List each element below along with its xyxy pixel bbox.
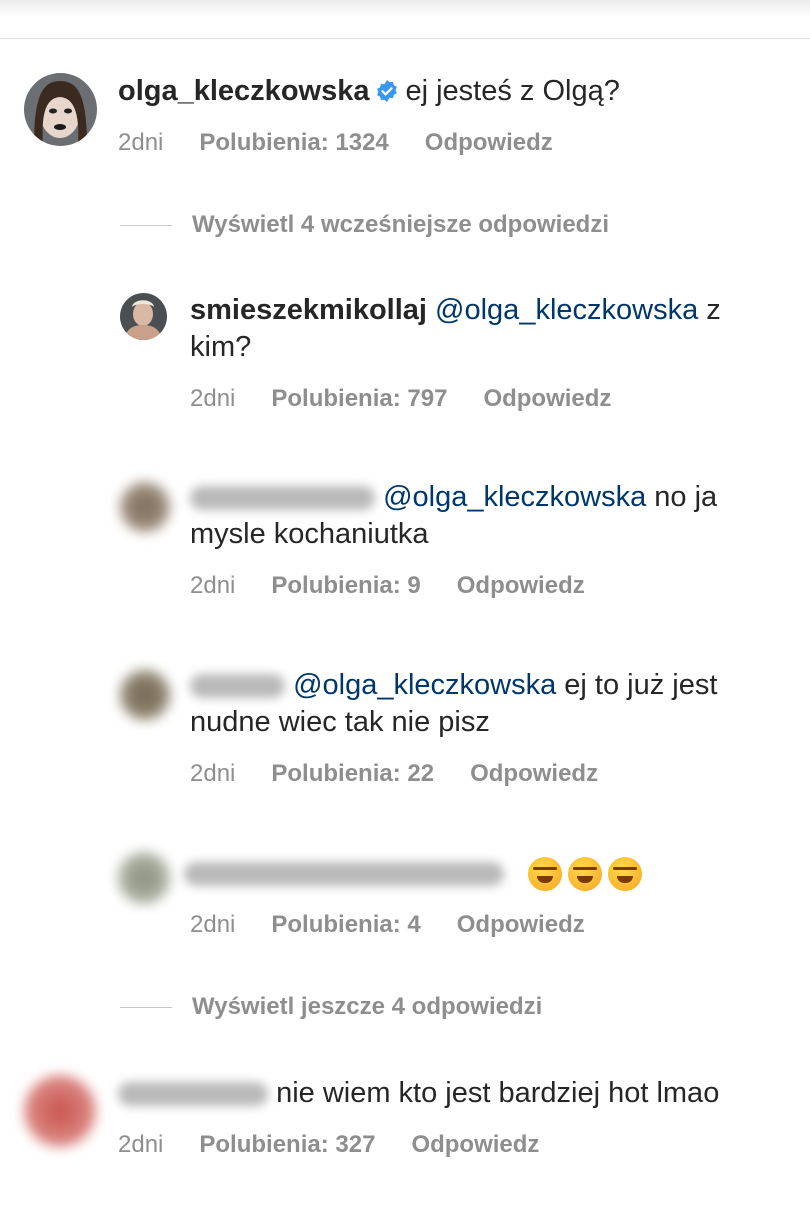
reply-username[interactable]: smieszekmikollaj xyxy=(190,294,427,326)
reply-meta: 2dni Polubienia: 797 Odpowiedz xyxy=(190,385,647,413)
reply-text: @olga_kleczkowska no ja xyxy=(190,480,800,514)
reply-username-blurred[interactable] xyxy=(184,862,504,887)
view-previous-replies-button[interactable]: Wyświetl 4 wcześniejsze odpowiedzi xyxy=(120,211,609,239)
reply-time: 2dni xyxy=(190,385,236,412)
comment-text: nie wiem kto jest bardziej hot lmao xyxy=(118,1076,808,1110)
reply-time: 2dni xyxy=(190,572,236,599)
reply-button[interactable]: Odpowiedz xyxy=(411,1131,539,1158)
avatar-blurred[interactable] xyxy=(118,852,170,904)
reply-button[interactable]: Odpowiedz xyxy=(425,129,553,156)
reply-text: smieszekmikollaj @olga_kleczkowska z xyxy=(190,293,800,327)
reply-mention[interactable]: @olga_kleczkowska xyxy=(383,481,646,513)
view-more-replies-button[interactable]: Wyświetl jeszcze 4 odpowiedzi xyxy=(120,993,542,1021)
comment-time: 2dni xyxy=(118,129,164,156)
comment-username-blurred[interactable] xyxy=(118,1082,268,1107)
reply-likes[interactable]: Polubienia: 797 xyxy=(271,385,447,412)
reply-body: ej to już jest xyxy=(564,669,718,701)
reply-username-blurred[interactable] xyxy=(190,486,375,511)
reply-mention[interactable]: @olga_kleczkowska xyxy=(435,294,698,326)
view-more-label: Wyświetl jeszcze 4 odpowiedzi xyxy=(192,993,543,1020)
view-previous-label: Wyświetl 4 wcześniejsze odpowiedzi xyxy=(192,211,610,238)
reply-text-line2: kim? xyxy=(190,331,252,363)
reply-body: no ja xyxy=(654,481,718,513)
reply-likes[interactable]: Polubienia: 4 xyxy=(271,911,420,938)
reply-username-blurred[interactable] xyxy=(190,674,285,699)
reply-text xyxy=(184,856,804,892)
reply-button[interactable]: Odpowiedz xyxy=(483,385,611,412)
divider-line xyxy=(120,225,172,227)
reply-meta: 2dni Polubienia: 9 Odpowiedz xyxy=(190,572,621,600)
reply-button[interactable]: Odpowiedz xyxy=(457,572,585,599)
reply-text-line2: mysle kochaniutka xyxy=(190,518,429,550)
reply-text: @olga_kleczkowska ej to już jest xyxy=(190,668,800,702)
reply-time: 2dni xyxy=(190,911,236,938)
comment-likes[interactable]: Polubienia: 327 xyxy=(199,1131,375,1158)
avatar-olga[interactable] xyxy=(24,73,97,146)
reply-meta: 2dni Polubienia: 22 Odpowiedz xyxy=(190,760,634,788)
laughing-emoji-icon xyxy=(522,856,643,892)
comment-body: nie wiem kto jest bardziej hot lmao xyxy=(276,1077,720,1109)
reply-text-line2: nudne wiec tak nie pisz xyxy=(190,706,490,738)
reply-mention[interactable]: @olga_kleczkowska xyxy=(293,669,556,701)
avatar-blurred[interactable] xyxy=(120,482,170,532)
comment-text: olga_kleczkowska ej jesteś z Olgą? xyxy=(118,74,798,108)
comment-meta: 2dni Polubienia: 1324 Odpowiedz xyxy=(118,129,589,157)
reply-button[interactable]: Odpowiedz xyxy=(470,760,598,787)
reply-button[interactable]: Odpowiedz xyxy=(457,911,585,938)
verified-badge-icon xyxy=(377,80,398,102)
comment-meta: 2dni Polubienia: 327 Odpowiedz xyxy=(118,1131,575,1159)
reply-time: 2dni xyxy=(190,760,236,787)
avatar-smieszekmikollaj[interactable] xyxy=(120,293,167,340)
top-divider xyxy=(0,38,810,39)
avatar-blurred[interactable] xyxy=(120,670,170,720)
avatar-blurred[interactable] xyxy=(24,1075,96,1147)
reply-likes[interactable]: Polubienia: 22 xyxy=(271,760,434,787)
comment-likes[interactable]: Polubienia: 1324 xyxy=(199,129,388,156)
reply-meta: 2dni Polubienia: 4 Odpowiedz xyxy=(190,911,621,939)
top-edge-fade xyxy=(0,0,810,18)
reply-body: z xyxy=(706,294,721,326)
comment-body: ej jesteś z Olgą? xyxy=(405,75,620,107)
reply-likes[interactable]: Polubienia: 9 xyxy=(271,572,420,599)
comment-time: 2dni xyxy=(118,1131,164,1158)
comment-username[interactable]: olga_kleczkowska xyxy=(118,75,369,107)
divider-line xyxy=(120,1007,172,1009)
